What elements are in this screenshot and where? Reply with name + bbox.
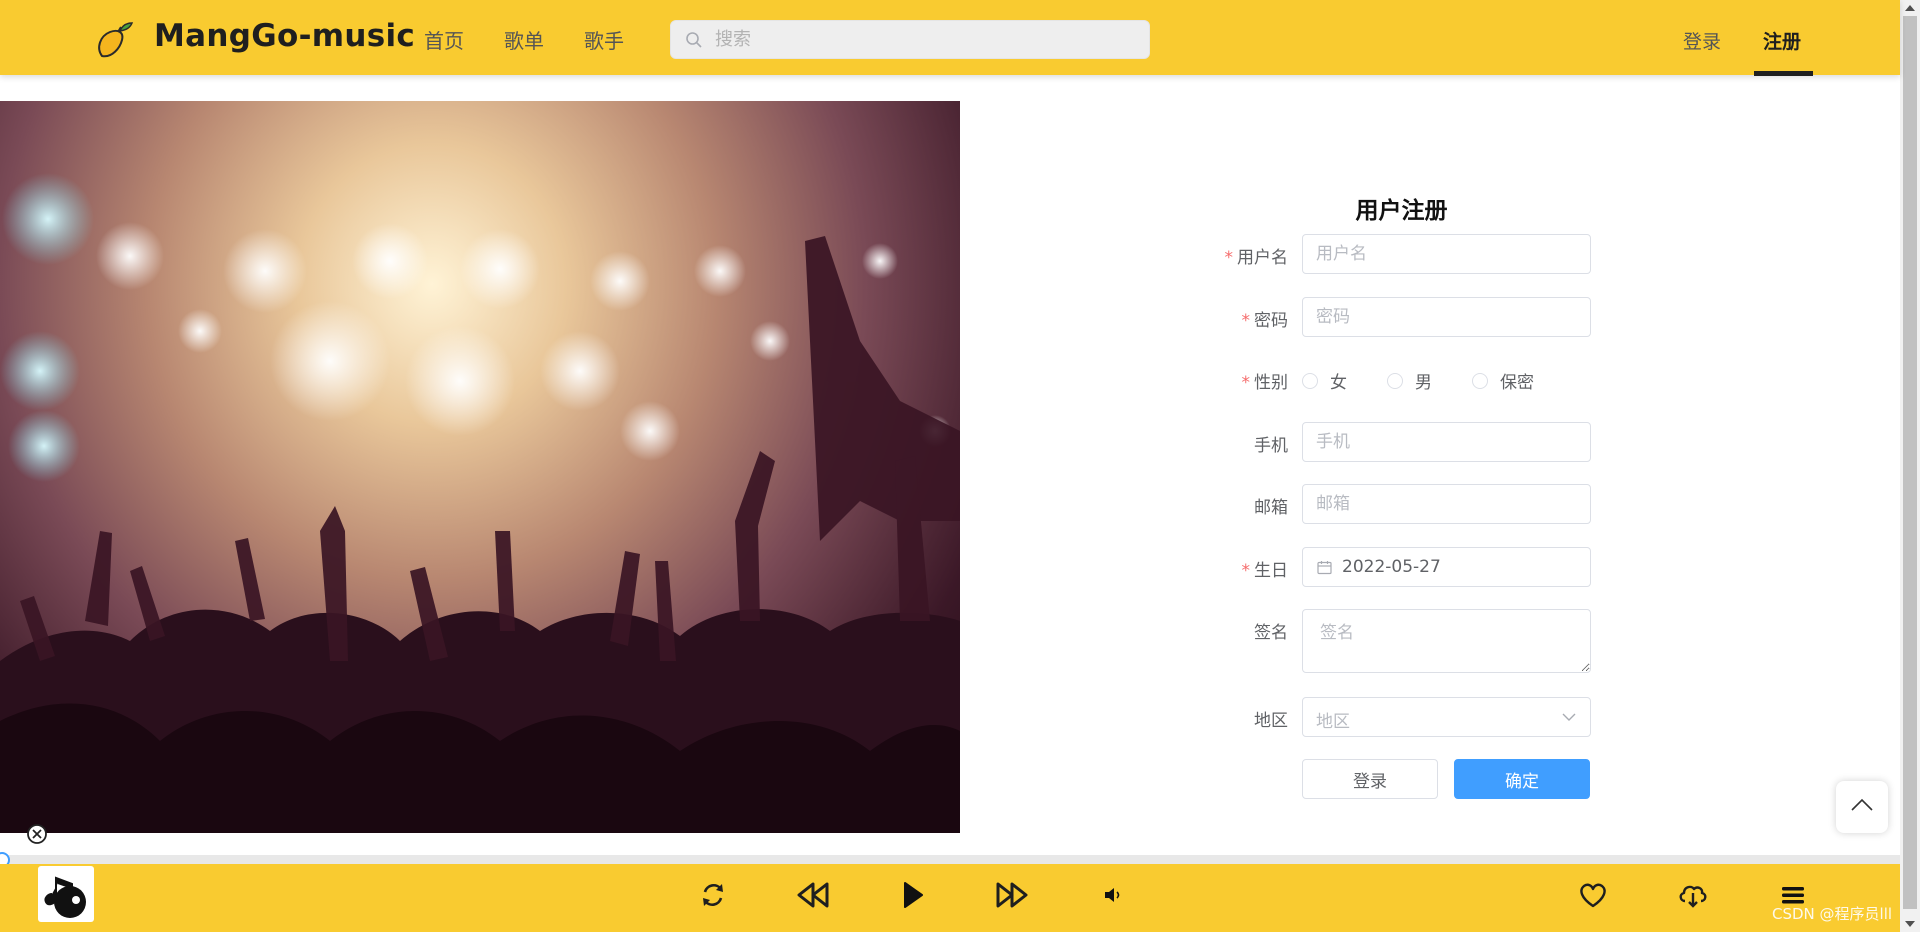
concert-crowd-illustration [0,173,960,833]
play-icon[interactable] [895,878,929,912]
signature-row: 签名 [1140,609,1591,673]
search-bar [670,20,1150,59]
birthday-value: 2022-05-27 [1342,557,1441,577]
gender-radio-female[interactable]: 女 [1302,368,1347,393]
confirm-button[interactable]: 确定 [1454,759,1590,799]
concert-hero-image [0,101,960,833]
username-row: * 用户名 [1140,234,1591,274]
required-mark: * [1241,561,1251,581]
login-link[interactable]: 登录 [1683,27,1721,54]
previous-icon[interactable] [796,878,830,912]
radio-circle[interactable] [1387,372,1403,389]
scrollbar-thumb[interactable] [1903,16,1917,909]
search-input[interactable] [715,21,1135,58]
radio-circle[interactable] [1472,372,1488,389]
radio-circle[interactable] [1302,372,1318,389]
required-mark: * [1224,248,1234,268]
login-button[interactable]: 登录 [1302,759,1438,799]
required-mark: * [1241,311,1251,331]
scroll-down-arrow[interactable] [1905,921,1915,927]
nav-home[interactable]: 首页 [424,25,464,54]
arrow-up-icon [1851,798,1873,811]
gender-radio-male[interactable]: 男 [1387,368,1432,393]
calendar-icon [1317,561,1332,575]
email-label: 邮箱 [1254,498,1288,518]
gender-row: * 性别 女 男 保密 [1140,362,1590,396]
signature-label: 签名 [1254,623,1288,643]
region-label: 地区 [1254,711,1288,731]
scroll-up-arrow[interactable] [1905,5,1915,11]
password-input[interactable] [1302,297,1591,337]
region-select[interactable]: 地区 [1302,697,1591,737]
song-progress-bar[interactable] [0,855,1900,864]
phone-input[interactable] [1302,422,1591,462]
heart-icon[interactable] [1576,878,1610,912]
repeat-icon[interactable] [696,878,730,912]
csdn-watermark: CSDN @程序员lll [1772,905,1893,923]
gender-label: * 性别 [1241,373,1289,393]
required-mark: * [1241,373,1251,393]
password-row: * 密码 [1140,297,1591,337]
birthday-label: * 生日 [1241,561,1289,581]
back-to-top-button[interactable] [1836,781,1888,833]
phone-label: 手机 [1254,436,1288,456]
password-label: * 密码 [1241,311,1289,331]
cloud-download-icon[interactable] [1676,878,1710,912]
region-row: 地区 地区 [1140,697,1591,737]
music-player-bar [0,864,1900,932]
email-row: 邮箱 [1140,484,1591,524]
region-placeholder: 地区 [1316,712,1350,732]
email-input[interactable] [1302,484,1591,524]
top-navbar: MangGo-music 首页 歌单 歌手 登录 注册 [0,0,1900,76]
music-note-icon [44,876,86,918]
nav-singers[interactable]: 歌手 [584,25,624,54]
username-input[interactable] [1302,234,1591,274]
brand-name[interactable]: MangGo-music [154,18,415,54]
page-scrollbar[interactable] [1900,0,1920,932]
chevron-down-icon [1562,713,1576,721]
form-title: 用户注册 [1355,198,1448,224]
search-icon [686,32,702,48]
mango-logo-icon[interactable] [92,18,136,62]
birthday-row: * 生日 2022-05-27 [1140,547,1591,587]
register-link[interactable]: 注册 [1763,27,1801,54]
nav-playlists[interactable]: 歌单 [504,25,544,54]
phone-row: 手机 [1140,422,1591,462]
username-label: * 用户名 [1224,248,1289,268]
album-cover[interactable] [38,866,94,922]
birthday-date-picker[interactable]: 2022-05-27 [1302,547,1591,587]
close-circle-icon[interactable] [26,823,48,845]
active-tab-indicator [1754,71,1813,76]
signature-textarea[interactable] [1302,609,1591,673]
volume-icon[interactable] [1096,878,1130,912]
next-icon[interactable] [995,878,1029,912]
gender-radio-secret[interactable]: 保密 [1472,368,1534,393]
form-actions: 登录 确定 [1140,759,1590,799]
